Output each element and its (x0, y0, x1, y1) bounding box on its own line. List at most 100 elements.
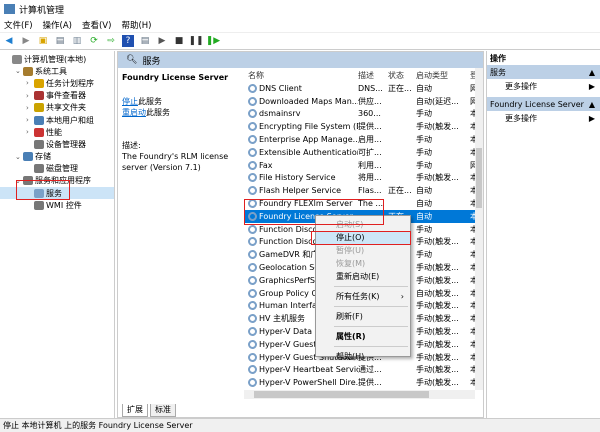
properties-icon[interactable]: ▤ (139, 35, 151, 47)
service-row[interactable]: File History Service 将用... 手动(触发... 本 (244, 172, 483, 185)
column-header[interactable]: 描述 (358, 70, 388, 81)
column-header[interactable]: 启动类型 (416, 70, 470, 81)
menu-item[interactable]: 查看(V) (82, 19, 111, 31)
cell: 手动(触发... (416, 378, 459, 388)
more-actions-service[interactable]: 更多操作 ▶ (487, 111, 600, 125)
cell: 提供... (358, 122, 382, 132)
restart-service-link[interactable]: 重启动 (122, 108, 146, 117)
tree-item[interactable]: › 事件查看器 (0, 90, 114, 102)
actions-section-service[interactable]: Foundry License Server ▲ (487, 97, 600, 111)
expand-arrow-icon[interactable]: › (26, 116, 34, 124)
gear-icon (248, 352, 257, 362)
tree-item[interactable]: › 性能 (0, 126, 114, 138)
horizontal-scrollbar[interactable] (244, 390, 475, 399)
service-row[interactable]: Hyper-V PowerShell Dire... 提供... 手动(触发... 本 (244, 376, 483, 389)
services-panel: 🔍︎ 服务 Foundry License Server 停止此服务 重启动此服… (117, 51, 484, 418)
start-icon[interactable]: ▶ (156, 35, 168, 47)
context-menu-item[interactable]: 恢复(M) (316, 257, 410, 270)
pause-icon[interactable]: ❚❚ (188, 35, 203, 47)
context-menu-item[interactable]: 暂停(U) (316, 244, 410, 257)
tree-item[interactable]: › 任务计划程序 (0, 77, 114, 89)
export-list-icon[interactable]: ⇨ (105, 35, 117, 47)
expand-arrow-icon[interactable]: ⌄ (15, 153, 23, 161)
more-actions-services[interactable]: 更多操作 ▶ (487, 79, 600, 93)
service-row[interactable]: DNS Client DNS... 正在... 自动网 (244, 82, 483, 95)
cell: 手动 (416, 224, 432, 234)
vertical-scrollbar[interactable] (475, 68, 483, 390)
tree-item-label: 磁盘管理 (46, 164, 78, 174)
restart-icon[interactable]: ❚▶ (206, 35, 220, 47)
description-text: The Foundry's RLM license server (Versio… (122, 152, 229, 172)
tree-item[interactable]: WMI 控件 (0, 199, 114, 211)
forward-icon[interactable]: ▶ (20, 35, 32, 47)
show-tree-icon[interactable]: ▤ (54, 35, 66, 47)
gear-icon (248, 160, 257, 170)
column-header[interactable]: 状态 (388, 70, 416, 81)
tree-item[interactable]: 计算机管理(本地) (0, 53, 114, 65)
cell: 手动(触发... (416, 339, 459, 349)
refresh-icon[interactable]: ⟳ (88, 35, 100, 47)
service-row[interactable]: dsmainsrv 360... 手动本 (244, 108, 483, 121)
actions-section-services[interactable]: 服务 ▲ (487, 65, 600, 79)
context-menu-item[interactable]: 重新启动(E) (316, 270, 410, 283)
more-actions-label: 更多操作 (505, 81, 537, 91)
tab-standard[interactable]: 标准 (150, 404, 176, 417)
expand-arrow-icon[interactable]: ⌄ (15, 67, 23, 75)
tree-node-icon (34, 127, 44, 137)
highlight-services-node (16, 180, 70, 200)
service-row[interactable]: Hyper-V Heartbeat Service 通过... 手动(触发... 本 (244, 364, 483, 377)
expand-arrow-icon[interactable]: › (26, 92, 34, 100)
tree-item[interactable]: 磁盘管理 (0, 163, 114, 175)
service-name: DNS Client (259, 83, 302, 93)
menu-item-label: 帮助(H) (336, 352, 365, 361)
expand-arrow-icon[interactable]: › (26, 79, 34, 87)
menu-item-label: 刷新(F) (336, 312, 363, 321)
cell: 手动(触发... (416, 352, 459, 362)
context-menu-item[interactable]: 刷新(F) (316, 310, 410, 323)
context-menu-item[interactable]: 帮助(H) (316, 350, 410, 363)
stop-suffix: 此服务 (138, 97, 162, 106)
tab-extended[interactable]: 扩展 (122, 404, 148, 417)
service-row[interactable]: Flash Helper Service Flas... 正在... 自动本 (244, 184, 483, 197)
service-row[interactable]: Enterprise App Manage... 启用... 手动本 (244, 133, 483, 146)
service-row[interactable]: Extensible Authentication...可扩...手动本 (244, 146, 483, 159)
tree-item[interactable]: ⌄ 存储 (0, 151, 114, 163)
tree-node-icon (34, 200, 44, 210)
gear-icon (248, 224, 257, 234)
highlight-foundry-rows (244, 199, 384, 225)
service-row[interactable]: Downloaded Maps Man... 供应... 自动(延迟... 网 (244, 95, 483, 108)
menu-item[interactable]: 操作(A) (43, 19, 72, 31)
cell: 正在... (388, 83, 412, 93)
menu-item[interactable]: 文件(F) (4, 19, 33, 31)
cell: 自动 (416, 199, 432, 209)
tree-item[interactable]: › 共享文件夹 (0, 102, 114, 114)
up-folder-icon[interactable]: ▣ (37, 35, 49, 47)
service-name: Enterprise App Manage... (259, 135, 358, 145)
help-icon[interactable]: ? (122, 35, 134, 47)
stop-service-link[interactable]: 停止 (122, 97, 138, 106)
stop-icon[interactable]: ■ (173, 35, 185, 47)
tree-item[interactable]: 设备管理器 (0, 138, 114, 150)
context-menu-item[interactable]: 所有任务(K) › (316, 290, 410, 303)
list-header: 名称 描述 状态 启动类型登 (244, 68, 483, 82)
context-menu-item[interactable]: 属性(R) (316, 330, 410, 343)
cell: 手动 (416, 250, 432, 260)
service-name: Fax (259, 160, 273, 170)
cell: 自动(触发... (416, 288, 459, 298)
expand-arrow-icon[interactable]: › (26, 104, 34, 112)
service-row[interactable]: Encrypting File System (E... 提供... 手动(触发..… (244, 120, 483, 133)
menu-item[interactable]: 帮助(H) (121, 19, 151, 31)
expand-arrow-icon[interactable]: › (26, 128, 34, 136)
tree-item[interactable]: ⌄ 系统工具 (0, 65, 114, 77)
service-row[interactable]: Fax 利用... 手动网 (244, 159, 483, 172)
tree-item-label: 事件查看器 (46, 91, 86, 101)
service-name: Foundry License Server (122, 73, 229, 82)
column-header[interactable]: 名称 (244, 70, 358, 81)
gear-icon (248, 288, 257, 298)
menu-separator (334, 306, 408, 307)
gear-icon (248, 173, 257, 183)
tree-item[interactable]: › 本地用户和组 (0, 114, 114, 126)
gear-icon (248, 378, 257, 388)
export-icon[interactable]: ▥ (71, 35, 83, 47)
back-icon[interactable]: ◀ (3, 35, 15, 47)
